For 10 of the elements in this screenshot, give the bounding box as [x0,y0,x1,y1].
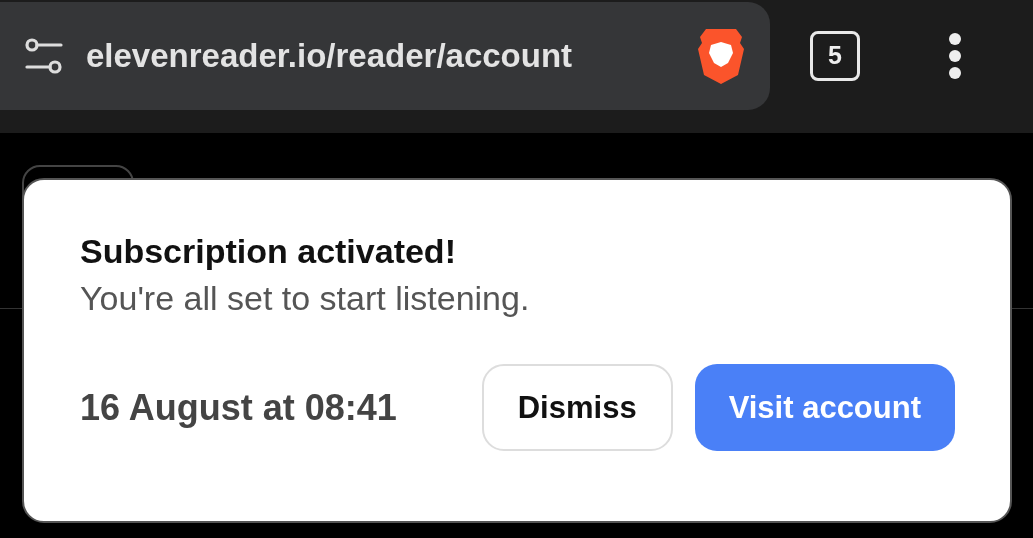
dismiss-button[interactable]: Dismiss [481,364,673,451]
timestamp: 16 August at 08:41 [80,386,398,429]
notification-message: You're all set to start listening. [80,279,531,318]
tab-count-button[interactable]: 5 [810,30,860,81]
url-text: elevenreader.io/reader/account [86,36,574,75]
more-menu-icon[interactable] [948,32,962,79]
address-bar[interactable]: elevenreader.io/reader/account [0,1,770,110]
site-settings-icon[interactable] [24,35,64,76]
visit-account-button[interactable]: Visit account [694,364,955,451]
notification-title: Subscription activated! [80,232,457,271]
